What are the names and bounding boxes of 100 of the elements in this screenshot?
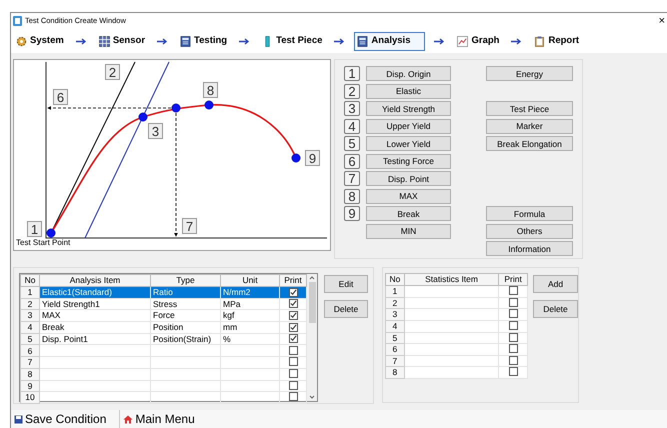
print-checkbox[interactable] [288, 288, 298, 297]
step-tab[interactable]: System [13, 32, 67, 50]
step-tab[interactable]: Graph [454, 32, 502, 50]
action-button[interactable]: Disp. Origin [366, 66, 451, 82]
action-button[interactable]: Break [366, 206, 451, 222]
clipboard-icon [534, 36, 546, 46]
table-row[interactable]: 3 MAX Force kgf [20, 310, 306, 322]
point-number: 2 [105, 64, 120, 80]
step-tab[interactable]: Sensor [96, 32, 148, 50]
point-number: 6 [344, 154, 360, 169]
table-row[interactable]: 2 Yield Strength1 Stress MPa [20, 298, 306, 310]
action-button[interactable]: Testing Force [366, 154, 451, 169]
row-number: 6 [386, 344, 404, 356]
print-checkbox[interactable] [508, 367, 518, 376]
print-checkbox[interactable] [288, 392, 298, 402]
row-number: 9 [20, 380, 40, 392]
action-button[interactable]: Yield Strength [366, 101, 451, 116]
print-checkbox[interactable] [288, 322, 298, 332]
row-number: 8 [386, 366, 404, 378]
print-checkbox[interactable] [288, 357, 298, 366]
arrow-icon [157, 38, 168, 44]
point-number: 8 [344, 188, 360, 204]
column-header: Print [498, 274, 528, 286]
print-checkbox[interactable] [508, 309, 518, 318]
print-checkbox[interactable] [288, 346, 298, 355]
row-number: 4 [386, 320, 404, 332]
table-cell: Position [150, 322, 220, 334]
action-button[interactable]: Edit [324, 275, 368, 293]
action-button[interactable]: Add [533, 275, 578, 293]
point-number: 8 [203, 82, 218, 98]
step-tab[interactable]: Report [531, 32, 582, 50]
table-row[interactable]: 8 [20, 368, 306, 380]
row-number: 7 [386, 355, 404, 367]
footer-button[interactable]: Main Menu [119, 410, 198, 428]
row-number: 8 [20, 368, 40, 380]
action-button[interactable]: Test Piece [486, 101, 573, 116]
point-number: 4 [344, 118, 360, 134]
arrow-icon [76, 38, 87, 44]
scroll-up-icon[interactable] [309, 274, 315, 282]
column-header: Unit [220, 274, 280, 286]
point-number: 9 [344, 206, 360, 222]
action-button[interactable]: Elastic [366, 84, 451, 99]
table-row[interactable]: 1 Elastic1(Standard) Ratio N/mm2 [20, 286, 306, 298]
column-header: Type [150, 274, 220, 286]
table-row[interactable]: 4 Break Position mm [20, 322, 306, 334]
action-button[interactable]: Delete [324, 300, 368, 318]
action-button[interactable]: Break Elongation [486, 136, 573, 152]
table-row[interactable]: 5 Disp. Point1 Position(Strain) % [20, 333, 306, 345]
table-cell: MPa [220, 298, 280, 310]
close-button[interactable]: × [658, 16, 665, 26]
print-checkbox[interactable] [288, 310, 298, 320]
grid-icon [98, 36, 110, 46]
action-button[interactable]: Energy [486, 66, 573, 82]
action-button[interactable]: Upper Yield [366, 118, 451, 134]
footer-button[interactable]: Save Condition [11, 410, 110, 428]
scroll-down-icon[interactable] [309, 393, 315, 401]
step-tab[interactable]: Analysis [354, 32, 426, 50]
column-header: Print [280, 274, 306, 286]
row-number: 1 [386, 286, 404, 298]
row-number: 3 [20, 310, 40, 322]
arrow-icon [239, 38, 250, 44]
column-header: No [20, 274, 40, 286]
home-icon [123, 414, 134, 424]
calculator-icon [180, 36, 192, 46]
calculator-icon [357, 36, 368, 46]
point-number: 3 [344, 101, 360, 116]
row-number: 2 [386, 297, 404, 309]
action-button[interactable]: Disp. Point [366, 171, 451, 186]
print-checkbox[interactable] [288, 334, 298, 344]
action-button[interactable]: Delete [533, 300, 578, 318]
row-number: 1 [20, 286, 40, 298]
table-row[interactable]: 7 [20, 356, 306, 368]
scrollbar[interactable] [307, 274, 317, 401]
point-number: 6 [53, 89, 68, 105]
arrow-icon [334, 38, 346, 44]
table-row[interactable]: 10 [20, 392, 306, 404]
table-row[interactable]: 9 [20, 380, 306, 392]
action-button[interactable]: MIN [366, 224, 451, 239]
print-checkbox[interactable] [288, 299, 298, 308]
action-button[interactable]: Marker [486, 118, 573, 134]
step-tab[interactable]: Testing [177, 32, 230, 50]
table-row[interactable]: 6 [20, 344, 306, 357]
action-button[interactable]: Formula [486, 206, 573, 222]
table-cell: % [220, 333, 280, 345]
table-cell: kgf [220, 310, 280, 322]
print-checkbox[interactable] [508, 286, 518, 296]
action-button[interactable]: Lower Yield [366, 136, 451, 152]
row-number: 5 [20, 333, 40, 345]
table-cell: Force [150, 310, 220, 322]
table-cell: MAX [40, 310, 150, 322]
action-button[interactable]: Information [486, 241, 573, 256]
action-button[interactable]: Others [486, 224, 573, 239]
table-cell: Yield Strength1 [40, 298, 150, 310]
action-button[interactable]: MAX [366, 188, 451, 204]
step-tab[interactable]: Test Piece [259, 32, 326, 50]
print-checkbox[interactable] [508, 344, 518, 354]
arrow-icon [434, 38, 446, 44]
table-cell: N/mm2 [220, 286, 280, 298]
row-number: 3 [386, 308, 404, 320]
row-number: 7 [20, 356, 40, 368]
